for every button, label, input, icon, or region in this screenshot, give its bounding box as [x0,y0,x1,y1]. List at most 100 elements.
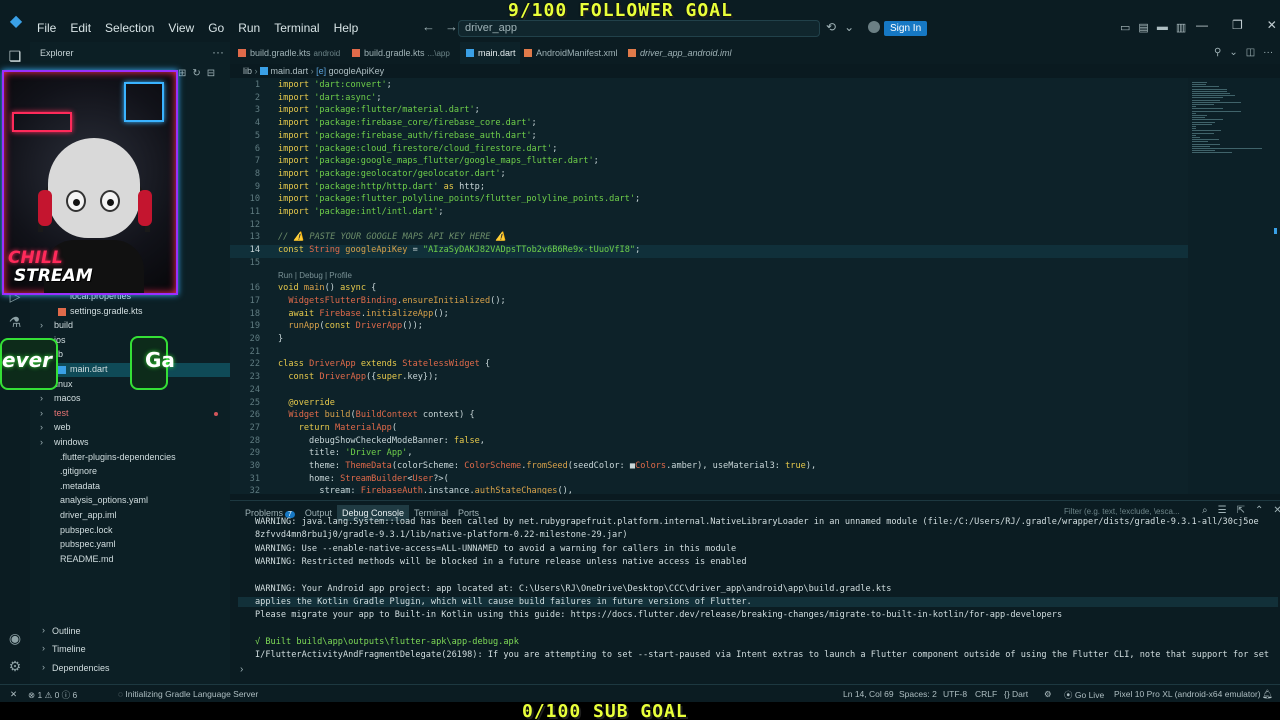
chevron-up-icon[interactable]: ⌃ [1255,505,1263,516]
code-line: 2 import 'dart:async'; [230,93,1188,106]
breadcrumb-folder[interactable]: lib [243,66,252,76]
layout-panel-icon[interactable]: ▬ [1157,21,1168,34]
tree-item[interactable]: settings.gradle.kts [30,305,230,319]
clear-console-icon[interactable]: ☰ [1218,505,1227,516]
tree-item-label: driver_app.iml [60,510,117,520]
chevron-down-icon[interactable]: ⌄ [1229,47,1237,58]
code-line: 16 void main() async { [230,283,1188,296]
minimap[interactable] [1188,78,1272,494]
language-mode[interactable]: {} Dart [1004,689,1028,699]
code-text: return MaterialApp( [298,422,398,433]
menu-go[interactable]: Go [201,21,231,35]
menu-selection[interactable]: Selection [98,21,161,35]
line-number: 30 [249,461,260,471]
close-icon[interactable]: ✕ [1267,18,1277,32]
breadcrumb-file[interactable]: main.dart [271,66,309,76]
tree-item[interactable]: pubspec.lock [30,524,230,538]
tree-item[interactable]: driver_app.iml [30,509,230,523]
indentation[interactable]: Spaces: 2 [899,689,937,699]
account-icon[interactable]: ◉ [6,630,24,648]
tree-item[interactable]: analysis_options.yaml [30,494,230,508]
tree-item[interactable]: README.md [30,553,230,567]
back-arrow-icon[interactable]: ← [422,19,435,34]
tree-item[interactable]: .metadata [30,480,230,494]
maximize-panel-icon[interactable]: ⇱ [1237,505,1245,516]
menu-file[interactable]: File [30,21,63,35]
layout-panel-right-icon[interactable]: ▥ [1176,21,1186,34]
minimize-icon[interactable]: — [1196,18,1208,32]
encoding[interactable]: UTF-8 [943,689,967,699]
line-number: 27 [249,422,260,433]
collapse-all-icon[interactable]: ⊟ [207,68,215,79]
remote-indicator-icon[interactable]: ✕ [10,689,17,700]
close-panel-icon[interactable]: ✕ [1273,505,1280,516]
outline-section[interactable]: › Outline [30,622,230,640]
console-line: 8zfvvd4mn8rbu1j0/gradle-9.3.1/lib/native… [255,530,628,541]
line-number: 7 [254,156,260,167]
tab-main-dart[interactable]: main.dart [460,42,520,64]
tab-android-manifest[interactable]: AndroidManifest.xml [524,42,624,64]
menu-terminal[interactable]: Terminal [267,21,326,35]
debug-console-filter-input[interactable]: Filter (e.g. text, !exclude, \esca... [1064,507,1196,516]
command-center-search[interactable]: driver_app [458,20,820,37]
line-number: 8 [254,168,260,179]
tree-item[interactable]: .flutter-plugins-dependencies [30,451,230,465]
chevron-right-icon: › [40,393,43,404]
menu-run[interactable]: Run [231,21,267,35]
sign-in-button[interactable]: Sign In [884,21,928,36]
explorer-icon[interactable]: ❏ [6,48,24,66]
tab-build-gradle-android[interactable]: build.gradle.kts android [238,42,348,64]
timeline-section[interactable]: › Timeline [30,640,230,658]
new-folder-icon[interactable]: ⊞ [178,68,186,79]
notifications-icon[interactable]: 🔔︎ [1262,689,1273,700]
code-editor[interactable]: 1 import 'dart:convert'; 2 import 'dart:asy… [230,78,1188,494]
layout-sidebar-icon[interactable]: ▭ [1120,21,1130,34]
device-selector[interactable]: Pixel 10 Pro XL (android-x64 emulator) [1114,689,1261,699]
tree-item[interactable]: › test [30,407,230,421]
testing-icon[interactable]: ⚗ [6,314,24,332]
tab-build-gradle-app[interactable]: build.gradle.kts ...\app [352,42,458,64]
code-lens[interactable]: Run | Debug | Profile [230,271,1188,284]
account-icon[interactable] [868,21,880,33]
gear-icon[interactable]: ⚙ [6,658,24,676]
console-input-prompt-icon[interactable]: › [240,664,243,675]
tree-item[interactable]: › macos [30,392,230,406]
copilot-chat-icon[interactable]: ⟲ [826,20,836,34]
problems-indicator[interactable]: ⊗ 1 ⚠ 0 ⓘ 6 [28,689,77,701]
tree-item[interactable]: › web [30,421,230,435]
chevron-down-icon[interactable]: ⌄ [844,20,854,34]
run-icon[interactable]: ⚲ [1214,47,1221,58]
gradle-status[interactable]: ◌ Initializing Gradle Language Server [118,689,258,699]
search-icon[interactable]: ⌕ [1202,505,1208,516]
cursor-position[interactable]: Ln 14, Col 69 [843,689,894,699]
tree-item[interactable]: › windows [30,436,230,450]
breadcrumb-symbol[interactable]: googleApiKey [329,66,385,76]
forward-arrow-icon[interactable]: → [445,19,458,34]
refresh-icon[interactable]: ↻ [192,68,200,79]
menu-view[interactable]: View [161,21,201,35]
line-number: 29 [249,448,260,459]
dependencies-section[interactable]: › Dependencies [30,659,230,677]
tree-item[interactable]: pubspec.yaml [30,538,230,552]
tree-item-label: README.md [60,553,114,564]
more-actions-icon[interactable]: ··· [1263,47,1273,58]
more-actions-icon[interactable]: ··· [212,45,224,59]
code-line: 28 debugShowCheckedModeBanner: false, [230,436,1188,449]
editor-scrollbar[interactable] [1272,78,1280,494]
tree-item[interactable]: .gitignore [30,465,230,479]
go-live-button[interactable]: ⦿ Go Live [1064,689,1104,701]
tab-driver-app-android-iml[interactable]: driver_app_android.iml [628,42,758,64]
line-number: 3 [254,105,260,116]
headset-ear [138,190,152,226]
vscode-logo-icon: ◆ [9,13,23,30]
layout-panel-left-icon[interactable]: ▤ [1138,21,1148,34]
dart-devtools-icon[interactable]: ⚙ [1044,689,1052,700]
console-line: √ Built build\app\outputs\flutter-apk\ap… [255,636,519,647]
split-editor-icon[interactable]: ◫ [1246,47,1255,58]
tree-item[interactable]: › build [30,319,230,333]
menu-help[interactable]: Help [327,21,366,35]
line-number: 19 [249,321,260,332]
menu-edit[interactable]: Edit [63,21,98,35]
end-of-line[interactable]: CRLF [975,689,997,699]
maximize-icon[interactable]: ❐ [1232,18,1243,32]
